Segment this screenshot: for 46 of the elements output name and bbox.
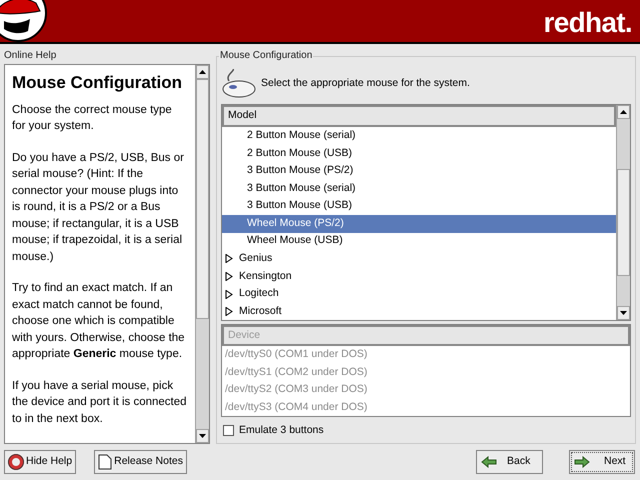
tree-row[interactable]: 2 Button Mouse (serial) — [222, 127, 616, 145]
scroll-thumb[interactable] — [617, 169, 630, 276]
help-paragraph: If you have a serial mouse, pick the device and port it is connected to in the next box. — [12, 378, 188, 426]
next-button[interactable]: Next — [569, 450, 635, 474]
collapsed-triangle-icon[interactable] — [225, 254, 233, 264]
brand-logo-text: redhat. — [544, 6, 632, 40]
up-arrow-icon — [199, 70, 206, 74]
document-icon — [98, 454, 112, 470]
tree-row[interactable]: Genius — [222, 250, 616, 268]
collapsed-triangle-icon[interactable] — [225, 307, 233, 316]
scroll-down-button[interactable] — [196, 429, 209, 443]
down-arrow-icon — [199, 434, 206, 438]
back-button[interactable]: Back — [476, 450, 543, 474]
hide-help-button[interactable]: Hide Help — [4, 450, 76, 474]
tree-row[interactable]: Microsoft — [222, 302, 616, 321]
help-paragraph: Try to find an exact match. If an exact match cannot be found, choose one which is compatible with yours. Otherwise, choose the appropriate Generic mouse type. — [12, 281, 186, 362]
right-arrow-icon — [574, 456, 590, 468]
tree-row[interactable]: 3 Button Mouse (USB) — [222, 197, 616, 215]
tree-row[interactable]: 3 Button Mouse (serial) — [222, 180, 616, 198]
collapsed-triangle-icon[interactable] — [225, 272, 233, 282]
scroll-up-button[interactable] — [196, 65, 209, 79]
down-arrow-icon — [620, 311, 627, 315]
checkbox-label[interactable]: Emulate 3 buttons — [239, 423, 324, 439]
tree-row[interactable]: 3 Button Mouse (PS/2) — [222, 162, 616, 180]
tree-row[interactable]: Kensington — [222, 268, 616, 286]
collapsed-triangle-icon[interactable] — [225, 290, 233, 299]
scroll-up-button[interactable] — [617, 105, 630, 119]
scroll-down-button[interactable] — [617, 306, 630, 320]
panel-title: Online Help — [4, 49, 58, 63]
mouse-icon — [221, 69, 257, 99]
group-title: Mouse Configuration — [219, 49, 314, 63]
tree-row[interactable]: Logitech — [222, 285, 616, 303]
help-paragraph: Choose the correct mouse type for your system. — [12, 102, 173, 134]
checkbox[interactable] — [223, 425, 234, 436]
column-header[interactable]: Model — [222, 105, 616, 127]
tree-row[interactable]: Wheel Mouse (USB) — [222, 232, 616, 250]
left-arrow-icon — [481, 456, 497, 468]
scroll-thumb[interactable] — [196, 79, 209, 319]
help-paragraph: Do you have a PS/2, USB, Bus or serial mouse? (Hint: If the connector your mouse plugs into is round, it is a PS/2 or a Bus mouse; if rectangular, it is a USB mouse; if trapezoidal, it is a serial mouse.) — [12, 150, 185, 264]
release-notes-button[interactable]: Release Notes — [94, 450, 187, 474]
up-arrow-icon — [620, 110, 627, 114]
tree-row[interactable]: Wheel Mouse (PS/2) — [222, 214, 616, 233]
tree-row[interactable]: 2 Button Mouse (USB) — [222, 144, 616, 162]
instruction-text: Select the appropriate mouse for the system. — [261, 76, 470, 92]
help-heading: Mouse Configuration — [12, 75, 183, 92]
life-ring-icon — [8, 454, 24, 470]
